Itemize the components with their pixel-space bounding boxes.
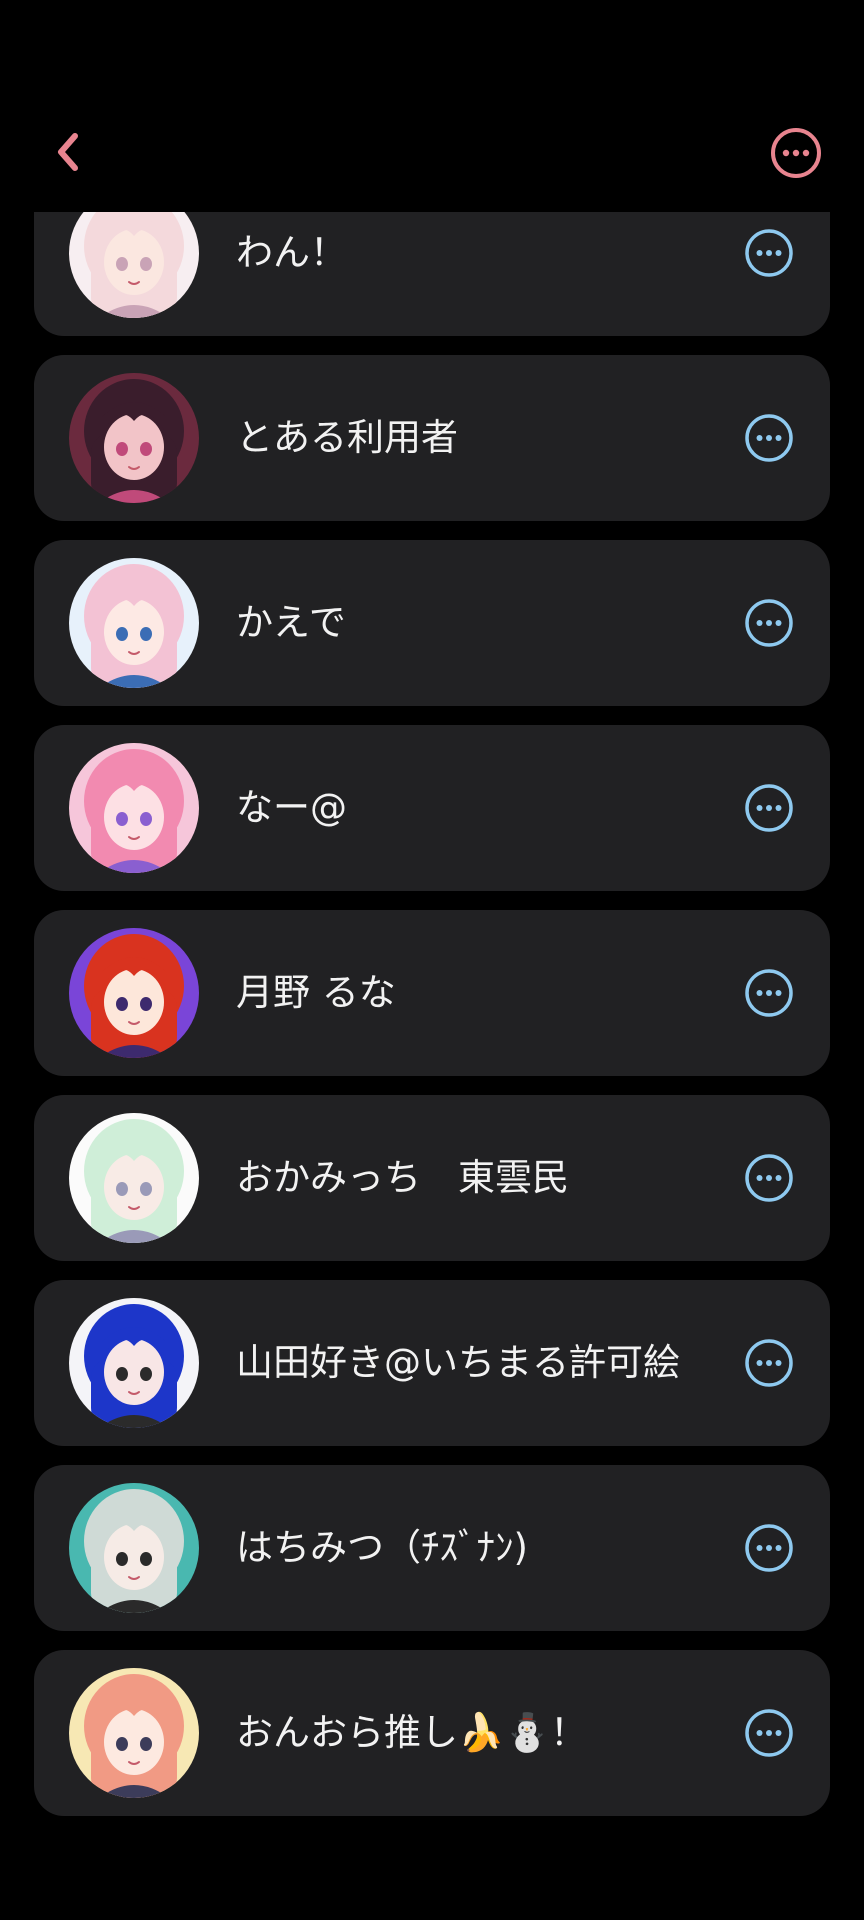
more-horizontal-circle-icon — [745, 1339, 793, 1387]
avatar[interactable] — [69, 1483, 199, 1613]
user-more-button[interactable] — [744, 1338, 794, 1388]
more-horizontal-circle-icon — [745, 1524, 793, 1572]
user-more-button[interactable] — [744, 1523, 794, 1573]
user-row[interactable]: かえで — [34, 540, 830, 706]
user-list[interactable]: わん！ とある利用者 かえでなー@ 月野 るなおかみっち 東雲民山田好き@いちまる許可… — [0, 212, 864, 1820]
top-bar — [0, 0, 864, 212]
more-horizontal-circle-icon — [745, 229, 793, 277]
avatar[interactable] — [69, 212, 199, 318]
more-horizontal-circle-icon — [771, 128, 821, 178]
avatar[interactable] — [69, 1668, 199, 1798]
user-more-button[interactable] — [744, 228, 794, 278]
user-row[interactable]: 山田好き@いちまる許可絵 — [34, 1280, 830, 1446]
user-row[interactable]: なー@ — [34, 725, 830, 891]
bottom-spacer — [0, 1820, 864, 1920]
avatar[interactable] — [69, 743, 199, 873]
user-row[interactable]: とある利用者 — [34, 355, 830, 521]
more-options-button[interactable] — [770, 127, 822, 179]
user-name: なー@ — [236, 786, 347, 829]
user-more-button[interactable] — [744, 1153, 794, 1203]
user-more-button[interactable] — [744, 1708, 794, 1758]
user-row[interactable]: おんおら推し🍌⛄！ — [34, 1650, 830, 1816]
more-horizontal-circle-icon — [745, 784, 793, 832]
avatar[interactable] — [69, 373, 199, 503]
more-horizontal-circle-icon — [745, 1154, 793, 1202]
user-list-items: わん！ とある利用者 かえでなー@ 月野 るなおかみっち 東雲民山田好き@いちまる許可… — [34, 212, 830, 1820]
user-more-button[interactable] — [744, 413, 794, 463]
user-more-button[interactable] — [744, 598, 794, 648]
chevron-left-icon — [58, 133, 78, 171]
user-row[interactable]: わん！ — [34, 212, 830, 336]
more-horizontal-circle-icon — [745, 599, 793, 647]
user-name: とある利用者 — [236, 416, 458, 459]
user-more-button[interactable] — [744, 968, 794, 1018]
avatar[interactable] — [69, 1298, 199, 1428]
avatar[interactable] — [69, 1113, 199, 1243]
user-name: 山田好き@いちまる許可絵 — [236, 1341, 680, 1384]
back-button[interactable] — [44, 126, 92, 178]
user-name: かえで — [236, 601, 346, 644]
user-row[interactable]: はちみつ（ﾁｽﾞﾅﾝ) — [34, 1465, 830, 1631]
user-more-button[interactable] — [744, 783, 794, 833]
more-horizontal-circle-icon — [745, 414, 793, 462]
user-name: おかみっち 東雲民 — [236, 1156, 569, 1199]
user-name: 月野 るな — [236, 971, 396, 1014]
more-horizontal-circle-icon — [745, 969, 793, 1017]
user-row[interactable]: おかみっち 東雲民 — [34, 1095, 830, 1261]
user-name: わん！ — [236, 231, 347, 274]
avatar[interactable] — [69, 558, 199, 688]
more-horizontal-circle-icon — [745, 1709, 793, 1757]
user-row[interactable]: 月野 るな — [34, 910, 830, 1076]
user-name: はちみつ（ﾁｽﾞﾅﾝ) — [236, 1526, 528, 1569]
avatar[interactable] — [69, 928, 199, 1058]
user-name: おんおら推し🍌⛄！ — [236, 1711, 588, 1754]
